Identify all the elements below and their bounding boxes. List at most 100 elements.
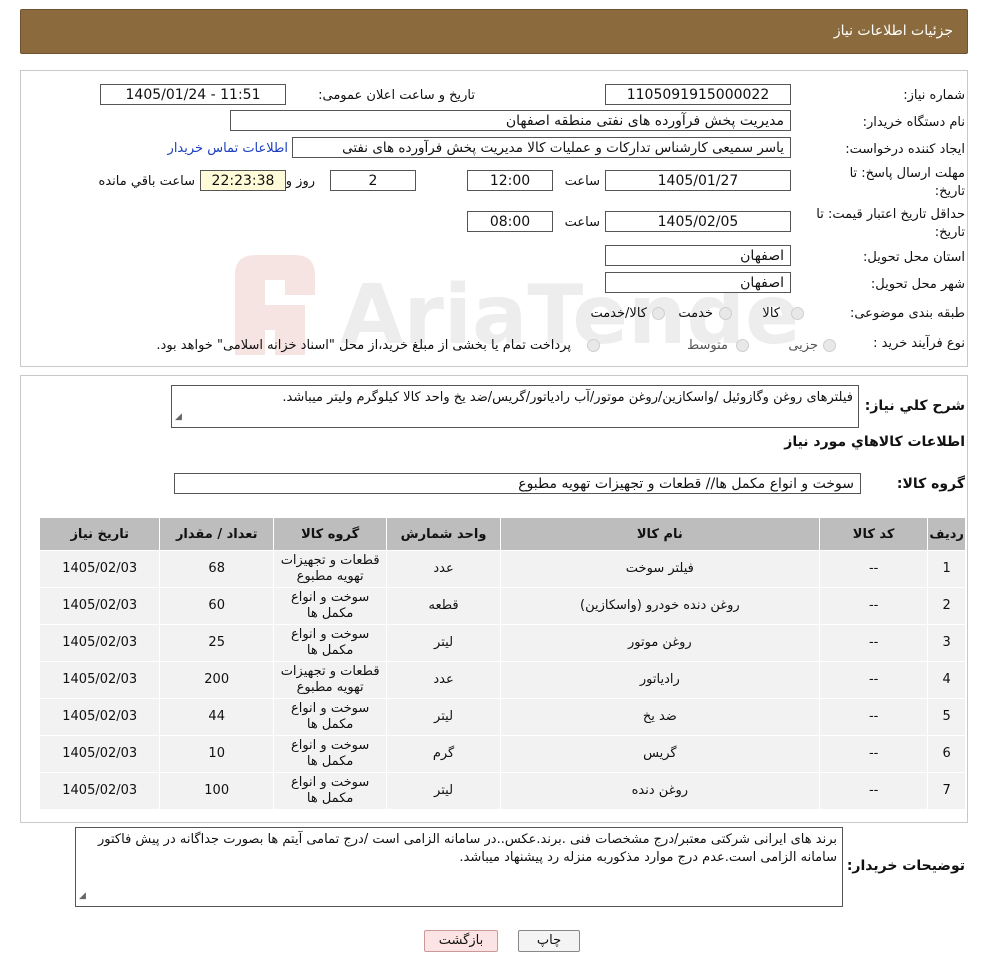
buyer-notes-text: برند های ایرانی شرکتی معتبر/درج مشخصات ف… bbox=[98, 832, 837, 865]
item-quantity: 25 bbox=[159, 624, 274, 662]
announce-label: تاریخ و ساعت اعلان عمومی: bbox=[318, 88, 475, 103]
deadline-time-field: 12:00 bbox=[467, 170, 553, 191]
page-title: جزئیات اطلاعات نیاز bbox=[833, 23, 953, 39]
resize-handle-icon[interactable]: ◢ bbox=[79, 887, 86, 905]
announce-datetime-field: 1405/01/24 - 11:51 bbox=[100, 84, 286, 105]
table-row: 7 -- روغن دنده لیتر سوخت و انواع مکمل ها… bbox=[38, 772, 966, 810]
item-quantity: 44 bbox=[159, 698, 274, 736]
item-group: سوخت و انواع مکمل ها bbox=[272, 735, 388, 773]
process-radio-partial[interactable] bbox=[823, 339, 836, 352]
item-unit: عدد bbox=[386, 661, 501, 699]
item-quantity: 10 bbox=[159, 735, 274, 773]
group-label: گروه کالا: bbox=[896, 476, 965, 492]
buyer-contact-link[interactable]: اطلاعات تماس خریدار bbox=[168, 141, 288, 156]
process-note: پرداخت تمام یا بخشی از مبلغ خرید،از محل … bbox=[156, 338, 571, 353]
item-name: گریس bbox=[499, 735, 820, 773]
item-need-date: 1405/02/03 bbox=[38, 772, 161, 810]
process-option-medium: متوسط bbox=[687, 338, 728, 353]
item-code: -- bbox=[818, 772, 929, 810]
need-number-field: 1105091915000022 bbox=[605, 84, 791, 105]
page-header: جزئیات اطلاعات نیاز bbox=[20, 9, 968, 54]
validity-time-field: 08:00 bbox=[467, 211, 553, 232]
item-group: قطعات و تجهیزات تهویه مطبوع bbox=[272, 661, 388, 699]
item-group: سوخت و انواع مکمل ها bbox=[272, 624, 388, 662]
process-option-partial: جزیی bbox=[788, 338, 818, 353]
col-code-header: کد کالا bbox=[818, 517, 929, 551]
deadline-date-field: 1405/01/27 bbox=[605, 170, 791, 191]
days-remaining-field: 2 bbox=[330, 170, 416, 191]
category-radio-goods[interactable] bbox=[791, 307, 804, 320]
table-row: 6 -- گریس گرم سوخت و انواع مکمل ها 10 14… bbox=[38, 735, 966, 773]
remaining-time-field: 22:23:38 bbox=[200, 170, 286, 191]
table-row: 3 -- روغن موتور لیتر سوخت و انواع مکمل ه… bbox=[38, 624, 966, 662]
row-index: 1 bbox=[927, 550, 966, 588]
table-row: 2 -- روغن دنده خودرو (واسکازین) قطعه سوخ… bbox=[38, 587, 966, 625]
item-quantity: 200 bbox=[159, 661, 274, 699]
item-group: سوخت و انواع مکمل ها bbox=[272, 772, 388, 810]
validity-date-field: 1405/02/05 bbox=[605, 211, 791, 232]
validity-label-date: تاریخ: bbox=[934, 225, 965, 240]
category-radio-goods-service[interactable] bbox=[652, 307, 665, 320]
process-radio-medium[interactable] bbox=[736, 339, 749, 352]
item-quantity: 68 bbox=[159, 550, 274, 588]
item-need-date: 1405/02/03 bbox=[38, 735, 161, 773]
col-group-header: گروه کالا bbox=[272, 517, 388, 551]
item-need-date: 1405/02/03 bbox=[38, 587, 161, 625]
buyer-label: نام دستگاه خریدار: bbox=[862, 115, 965, 130]
creator-label: ایجاد کننده درخواست: bbox=[845, 142, 965, 157]
item-code: -- bbox=[818, 624, 929, 662]
row-index: 6 bbox=[927, 735, 966, 773]
deadline-label-date: تاریخ: bbox=[934, 184, 965, 199]
col-name-header: نام کالا bbox=[499, 517, 820, 551]
item-need-date: 1405/02/03 bbox=[38, 550, 161, 588]
item-code: -- bbox=[818, 587, 929, 625]
item-group: قطعات و تجهیزات تهویه مطبوع bbox=[272, 550, 388, 588]
row-index: 3 bbox=[927, 624, 966, 662]
item-unit: لیتر bbox=[386, 698, 501, 736]
items-section-title: اطلاعات کالاهاي مورد نیاز bbox=[784, 434, 965, 450]
deadline-time-label: ساعت bbox=[564, 174, 600, 189]
items-table: ردیف کد کالا نام کالا واحد شمارش گروه کا… bbox=[38, 517, 966, 810]
print-button[interactable]: چاپ bbox=[518, 930, 580, 952]
buyer-notes-label: توضیحات خریدار: bbox=[846, 858, 965, 874]
province-label: استان محل تحویل: bbox=[863, 250, 965, 265]
category-radio-service[interactable] bbox=[719, 307, 732, 320]
table-row: 1 -- فیلتر سوخت عدد قطعات و تجهیزات تهوی… bbox=[38, 550, 966, 588]
item-unit: لیتر bbox=[386, 624, 501, 662]
table-row: 4 -- رادیاتور عدد قطعات و تجهیزات تهویه … bbox=[38, 661, 966, 699]
deadline-label: مهلت ارسال پاسخ: تا bbox=[849, 166, 965, 181]
item-name: ضد یخ bbox=[499, 698, 820, 736]
col-row-header: ردیف bbox=[927, 517, 966, 551]
buyer-field: مدیریت پخش فرآورده های نفتی منطقه اصفهان bbox=[230, 110, 791, 131]
col-qty-header: تعداد / مقدار bbox=[159, 517, 274, 551]
process-radio-treasury[interactable] bbox=[587, 339, 600, 352]
col-unit-header: واحد شمارش bbox=[386, 517, 501, 551]
row-index: 5 bbox=[927, 698, 966, 736]
days-label: روز و bbox=[285, 174, 315, 189]
item-need-date: 1405/02/03 bbox=[38, 661, 161, 699]
col-date-header: تاریخ نیاز bbox=[38, 517, 161, 551]
item-code: -- bbox=[818, 735, 929, 773]
remaining-time-label: ساعت باقي مانده bbox=[98, 174, 195, 189]
item-name: روغن دنده خودرو (واسکازین) bbox=[499, 587, 820, 625]
item-quantity: 60 bbox=[159, 587, 274, 625]
item-name: روغن دنده bbox=[499, 772, 820, 810]
back-button[interactable]: بازگشت bbox=[424, 930, 498, 952]
row-index: 2 bbox=[927, 587, 966, 625]
validity-label: حداقل تاریخ اعتبار قیمت: تا bbox=[816, 207, 965, 222]
item-name: فیلتر سوخت bbox=[499, 550, 820, 588]
group-field: سوخت و انواع مکمل ها// قطعات و تجهیزات ت… bbox=[174, 473, 861, 494]
item-unit: لیتر bbox=[386, 772, 501, 810]
table-header-row: ردیف کد کالا نام کالا واحد شمارش گروه کا… bbox=[38, 517, 966, 551]
item-code: -- bbox=[818, 661, 929, 699]
table-row: 5 -- ضد یخ لیتر سوخت و انواع مکمل ها 44 … bbox=[38, 698, 966, 736]
province-field: اصفهان bbox=[605, 245, 791, 266]
city-label: شهر محل تحویل: bbox=[870, 277, 965, 292]
process-label: نوع فرآیند خرید : bbox=[873, 336, 965, 351]
item-need-date: 1405/02/03 bbox=[38, 698, 161, 736]
validity-time-label: ساعت bbox=[564, 215, 600, 230]
item-group: سوخت و انواع مکمل ها bbox=[272, 698, 388, 736]
need-number-label: شماره نیاز: bbox=[903, 88, 965, 103]
resize-handle-icon[interactable]: ◢ bbox=[175, 408, 182, 426]
row-index: 7 bbox=[927, 772, 966, 810]
